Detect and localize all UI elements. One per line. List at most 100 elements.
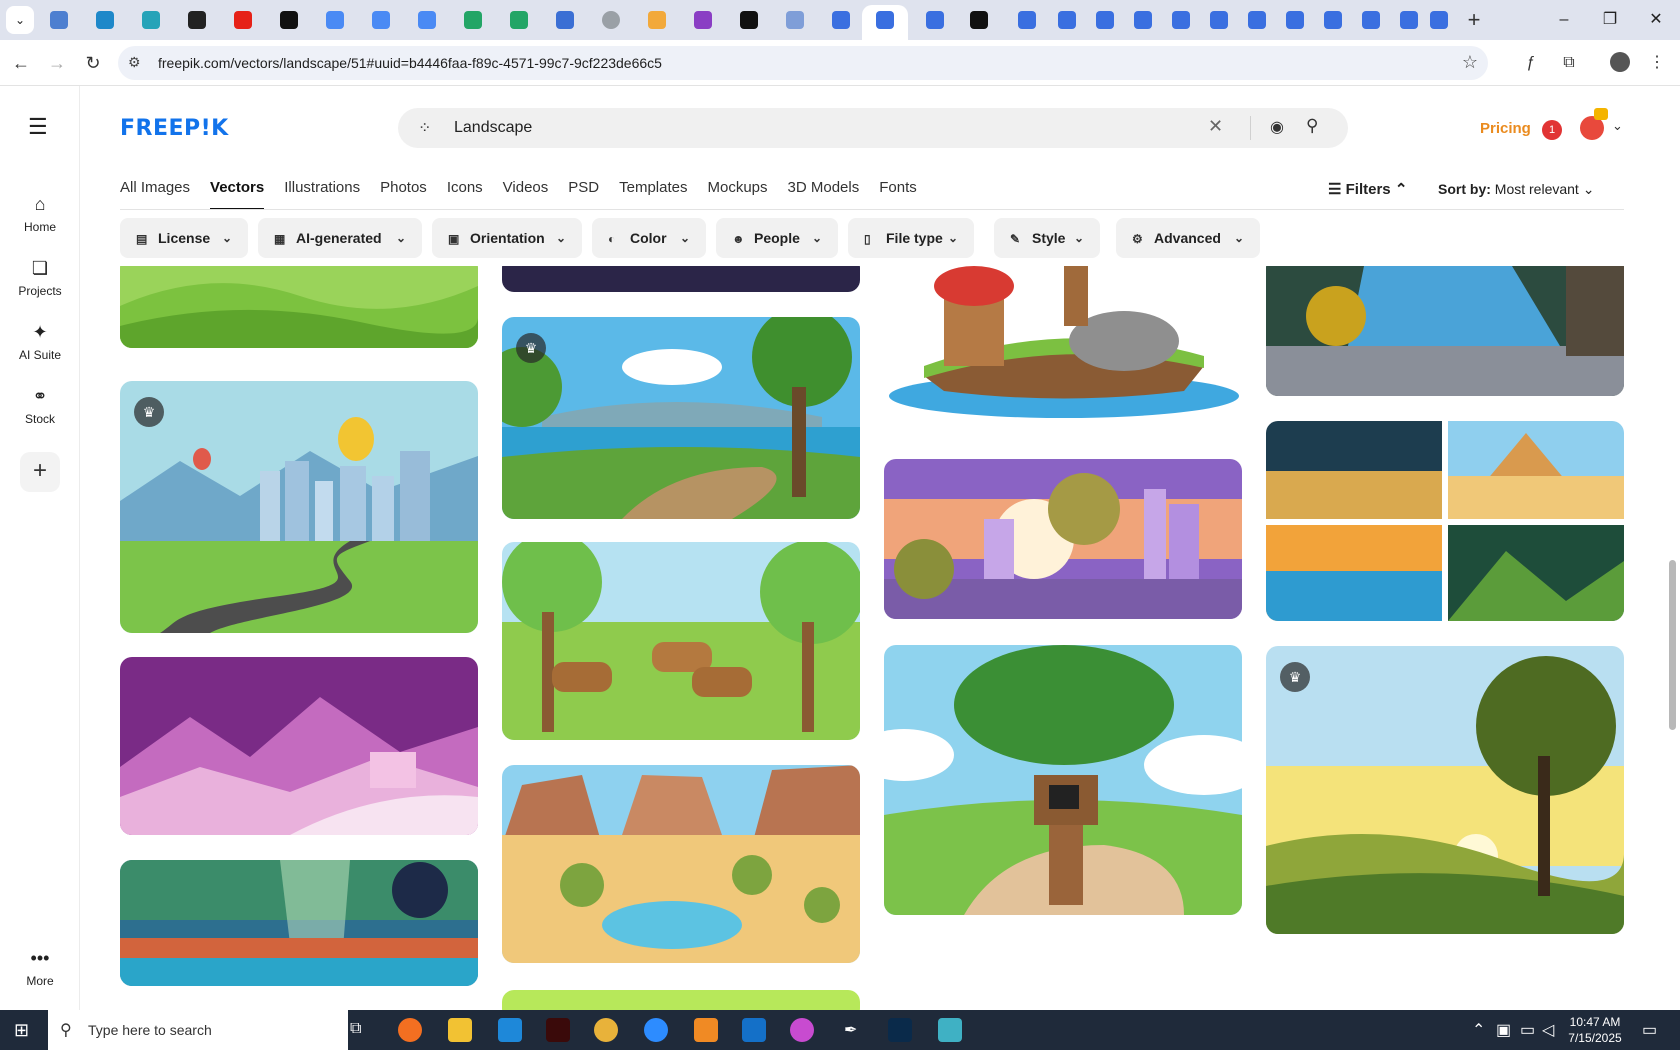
tab-favicon[interactable] [832,11,850,29]
xampp-icon[interactable] [694,1018,718,1042]
vscode-icon[interactable] [498,1018,522,1042]
add-button[interactable]: + [20,452,60,492]
tab-favicon[interactable] [556,11,574,29]
tab-favicon[interactable] [510,11,528,29]
notification-center-icon[interactable]: ▭ [1642,1020,1657,1040]
tab-favicon[interactable] [1248,11,1266,29]
tab-favicon[interactable] [188,11,206,29]
chevron-up-icon[interactable]: ⌃ [1472,1020,1485,1040]
address-bar[interactable]: ⚙ freepik.com/vectors/landscape/51#uuid=… [118,46,1488,80]
reload-icon[interactable]: ↻ [80,50,106,76]
pricing-link[interactable]: Pricing [1480,120,1531,137]
tab-favicon[interactable] [234,11,252,29]
tab-favicon[interactable] [1172,11,1190,29]
tab-search-button[interactable]: ⌄ [6,6,34,34]
tab-favicon[interactable] [1134,11,1152,29]
photoshop-icon[interactable] [888,1018,912,1042]
app-icon[interactable] [938,1018,962,1042]
image-card-forest-lake[interactable]: ♛ [502,317,860,519]
bookmark-star-icon[interactable]: ☆ [1462,52,1478,73]
forward-icon[interactable]: → [44,50,70,76]
outlook-icon[interactable] [742,1018,766,1042]
tab-vectors[interactable]: Vectors [210,178,265,210]
scrollbar-track[interactable] [1664,86,1680,1010]
tray-app-icon[interactable]: ▣ [1496,1020,1511,1040]
tab-favicon[interactable] [1096,11,1114,29]
sidebar-item-home[interactable]: ⌂ Home [0,194,80,234]
tab-favicon[interactable] [1286,11,1304,29]
file-explorer-icon[interactable] [448,1018,472,1042]
close-window-icon[interactable]: ✕ [1644,8,1668,32]
tab-favicon[interactable] [1018,11,1036,29]
image-card-city-road-balloons[interactable]: ♛ [120,381,478,633]
tab-favicon[interactable] [1430,11,1448,29]
color-filter[interactable]: ◐ Color ⌄ [592,218,706,258]
sidebar-item-stock[interactable]: ⚭ Stock [0,386,80,426]
tab-videos[interactable]: Videos [503,178,549,210]
extensions-puzzle-icon[interactable]: ⧉ [1558,52,1580,74]
illustrator-icon[interactable] [546,1018,570,1042]
restore-icon[interactable]: ❐ [1598,8,1622,32]
task-view-icon[interactable]: ⧉ [350,1020,361,1038]
scrollbar-thumb[interactable] [1669,560,1676,730]
style-filter[interactable]: ✎ Style ⌄ [994,218,1100,258]
firefox-icon[interactable] [398,1018,422,1042]
tab-favicon[interactable] [694,11,712,29]
taskbar-search[interactable]: ⚲ Type here to search [48,1010,348,1050]
sidebar-item-more[interactable]: ••• More [0,948,80,988]
taskbar-clock[interactable]: 10:47 AM 7/15/2025 [1560,1014,1630,1046]
creative-cloud-icon[interactable] [790,1018,814,1042]
tab-favicon[interactable] [1058,11,1076,29]
advanced-filter[interactable]: ⚙ Advanced ⌄ [1116,218,1260,258]
image-card-dark[interactable] [502,266,860,292]
license-filter[interactable]: ▤ License ⌄ [120,218,248,258]
image-card-treehouse[interactable] [884,645,1242,915]
file-type-filter[interactable]: ▯ File type ⌄ [848,218,974,258]
tab-favicon[interactable] [786,11,804,29]
image-card-four-landscapes[interactable] [1266,421,1624,621]
tab-favicon[interactable] [970,11,988,29]
search-type-icon[interactable]: ⁘ [418,118,431,138]
extension-icon[interactable]: ƒ [1520,52,1542,74]
tab-mockups[interactable]: Mockups [707,178,767,210]
image-card-sunset-city-park[interactable] [884,459,1242,619]
tab-favicon[interactable] [326,11,344,29]
tab-illustrations[interactable]: Illustrations [284,178,360,210]
tab-3d-models[interactable]: 3D Models [788,178,860,210]
minimize-icon[interactable]: – [1552,8,1576,32]
image-card-jungle-river[interactable] [120,860,478,986]
site-info-icon[interactable]: ⚙ [128,54,141,71]
sidebar-item-projects[interactable]: ❏ Projects [0,258,80,298]
tab-psd[interactable]: PSD [568,178,599,210]
tab-templates[interactable]: Templates [619,178,687,210]
new-tab-button[interactable]: + [1462,8,1486,32]
tab-favicon[interactable] [1324,11,1342,29]
orientation-filter[interactable]: ▣ Orientation ⌄ [432,218,582,258]
tab-favicon[interactable] [142,11,160,29]
tab-favicon[interactable] [418,11,436,29]
url-text[interactable]: freepik.com/vectors/landscape/51#uuid=b4… [158,55,662,71]
volume-icon[interactable]: ◁ [1542,1020,1554,1040]
tab-fonts[interactable]: Fonts [879,178,917,210]
notification-badge[interactable]: 1 [1542,120,1562,140]
tab-favicon[interactable] [50,11,68,29]
tab-favicon[interactable] [1210,11,1228,29]
sidebar-item-ai-suite[interactable]: ✦ AI Suite [0,322,80,362]
tab-favicon[interactable] [740,11,758,29]
image-card-mushroom-island[interactable] [884,266,1242,420]
image-card-sunrise-tree[interactable]: ♛ [1266,646,1624,934]
browser-menu-icon[interactable]: ⋮ [1646,52,1668,74]
image-card-lime[interactable] [502,990,860,1010]
search-input[interactable] [454,116,1154,140]
image-card-desert-oasis[interactable] [502,765,860,963]
tab-all-images[interactable]: All Images [120,178,190,210]
tab-favicon[interactable] [1362,11,1380,29]
image-card-green-hills[interactable] [120,266,478,348]
image-card-deer-meadow[interactable] [502,542,860,740]
tab-favicon[interactable] [926,11,944,29]
freepik-logo[interactable]: FREEP!K [120,116,229,141]
tab-favicon[interactable] [372,11,390,29]
tab-favicon[interactable] [96,11,114,29]
camera-search-icon[interactable]: ◉ [1270,117,1284,137]
network-icon[interactable]: ▭ [1520,1020,1535,1040]
